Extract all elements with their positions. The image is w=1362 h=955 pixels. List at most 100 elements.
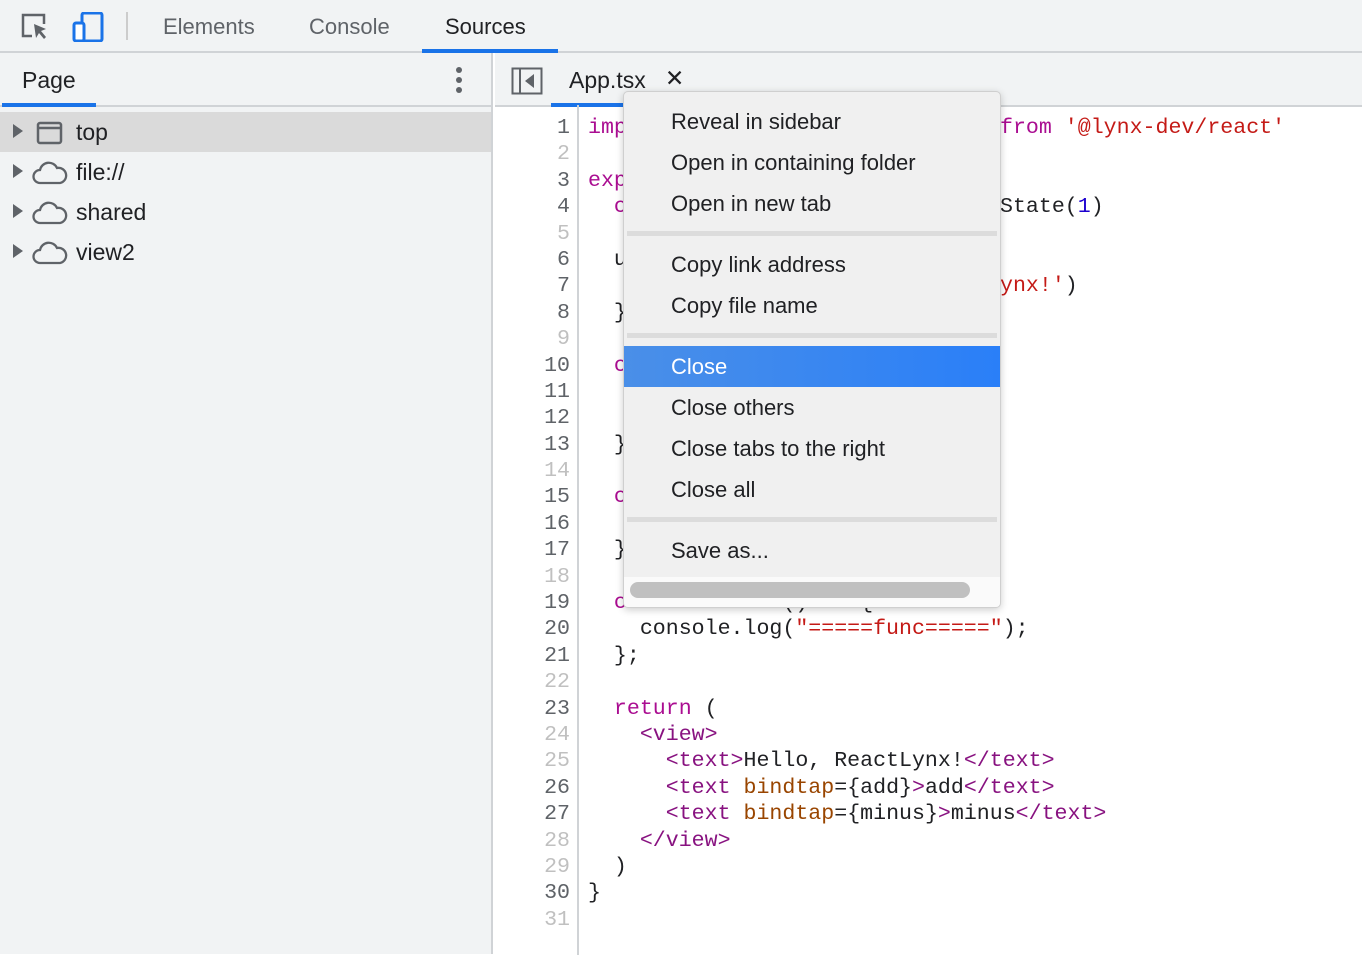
- code-token: u: [588, 247, 627, 272]
- code-text: exp: [588, 168, 627, 194]
- line-number: 23: [544, 696, 570, 721]
- code-token: return: [588, 696, 692, 721]
- file-tree: top file:// shared view2: [0, 112, 491, 272]
- line-number: 1: [557, 116, 570, 140]
- code-text: u: [588, 247, 627, 273]
- code-text: }: [588, 432, 627, 458]
- menu-item-close[interactable]: Close: [624, 346, 1000, 387]
- tree-item-label: shared: [76, 199, 147, 225]
- code-text: };: [588, 643, 640, 669]
- inspect-element-icon[interactable]: [20, 12, 52, 42]
- tree-item[interactable]: shared: [0, 192, 491, 232]
- code-token: <text: [588, 775, 744, 800]
- code-text: }: [588, 880, 601, 906]
- line-number: 17: [544, 538, 570, 563]
- menu-item-close-all[interactable]: Close all: [624, 469, 1000, 510]
- toggle-navigator-icon[interactable]: [511, 67, 543, 95]
- menu-item-copy-link-address[interactable]: Copy link address: [624, 244, 1000, 285]
- code-token: <text: [588, 802, 744, 827]
- frame-icon: [33, 120, 63, 151]
- file-tab-indicator: [551, 103, 623, 107]
- code-text: c: [588, 484, 627, 510]
- line-number: 14: [544, 459, 570, 484]
- code-text: from '@lynx-dev/react': [1000, 115, 1285, 141]
- line-number: 21: [544, 643, 570, 668]
- code-text: <text bindtap={add}>add</text>: [588, 775, 1055, 801]
- code-token: >: [937, 802, 951, 827]
- code-token: </text>: [963, 749, 1055, 774]
- code-line: 29 ): [495, 854, 1362, 880]
- line-number: 25: [544, 749, 570, 774]
- code-token: ): [1064, 274, 1078, 299]
- expand-arrow-icon[interactable]: [13, 204, 23, 218]
- line-number: 6: [557, 247, 570, 272]
- code-line: 25 <text>Hello, ReactLynx!</text>: [495, 748, 1362, 774]
- code-text: imp: [588, 115, 627, 141]
- code-text: }: [588, 537, 627, 563]
- code-token: c: [588, 485, 627, 510]
- menu-item-close-tabs-to-the-right[interactable]: Close tabs to the right: [624, 428, 1000, 469]
- code-token: </view>: [588, 828, 731, 853]
- expand-arrow-icon[interactable]: [13, 164, 23, 178]
- line-number: 11: [544, 379, 570, 404]
- code-token: }: [588, 881, 601, 906]
- expand-arrow-icon[interactable]: [13, 244, 23, 258]
- code-token: <text>: [588, 749, 744, 774]
- menu-item-save-as[interactable]: Save as...: [624, 530, 1000, 571]
- menu-separator: [624, 326, 1000, 346]
- code-text: }: [588, 300, 627, 326]
- line-number: 20: [544, 617, 570, 642]
- expand-arrow-icon[interactable]: [13, 124, 23, 138]
- code-text: c: [588, 353, 627, 379]
- tree-item[interactable]: file://: [0, 152, 491, 192]
- code-text: <text bindtap={minus}>minus</text>: [588, 801, 1107, 827]
- code-line: 28 </view>: [495, 828, 1362, 854]
- code-token: '@lynx-dev/react': [1064, 116, 1286, 140]
- menu-item-open-in-new-tab[interactable]: Open in new tab: [624, 183, 1000, 224]
- code-token: ): [1090, 195, 1104, 220]
- file-tab-app-tsx[interactable]: App.tsx: [569, 67, 646, 94]
- more-options-icon[interactable]: [456, 67, 464, 97]
- menu-item-close-others[interactable]: Close others: [624, 387, 1000, 428]
- code-token: ): [588, 854, 627, 879]
- code-line: 26 <text bindtap={add}>add</text>: [495, 775, 1362, 801]
- tab-page[interactable]: Page: [22, 67, 76, 94]
- tab-sources[interactable]: Sources: [445, 14, 526, 40]
- cloud-icon: [31, 240, 69, 271]
- line-number: 12: [544, 406, 570, 431]
- code-token: }: [588, 432, 627, 457]
- line-number: 22: [544, 670, 570, 695]
- menu-item-reveal-in-sidebar[interactable]: Reveal in sidebar: [624, 101, 1000, 142]
- code-token: >: [912, 775, 925, 800]
- code-line: 27 <text bindtap={minus}>minus</text>: [495, 801, 1362, 827]
- navigator-panel: Page top file:// shared view2: [0, 53, 493, 954]
- code-text: </view>: [588, 828, 731, 854]
- menu-item-copy-file-name[interactable]: Copy file name: [624, 285, 1000, 326]
- line-number: 29: [544, 854, 570, 879]
- line-number: 7: [557, 274, 570, 299]
- code-token: bindtap: [743, 775, 835, 800]
- device-toggle-icon[interactable]: [72, 12, 106, 42]
- code-token: bindtap: [743, 802, 835, 827]
- code-text: c: [588, 194, 627, 220]
- code-token: c: [588, 353, 627, 378]
- code-line: 24 <view>: [495, 722, 1362, 748]
- tab-console[interactable]: Console: [309, 14, 390, 40]
- menu-separator: [624, 224, 1000, 244]
- tree-item-label: file://: [76, 159, 125, 185]
- tree-item[interactable]: top: [0, 112, 491, 152]
- code-token: imp: [588, 116, 627, 140]
- tree-item-label: top: [76, 119, 108, 145]
- tree-item[interactable]: view2: [0, 232, 491, 272]
- menu-scrollbar[interactable]: [624, 577, 1000, 607]
- code-token: add: [924, 775, 964, 800]
- tab-elements[interactable]: Elements: [163, 14, 255, 40]
- close-tab-icon[interactable]: ✕: [665, 65, 684, 92]
- code-text: <text>Hello, ReactLynx!</text>: [588, 748, 1055, 774]
- menu-item-open-in-containing-folder[interactable]: Open in containing folder: [624, 142, 1000, 183]
- line-number: 10: [544, 353, 570, 378]
- code-line: 21 };: [495, 643, 1362, 669]
- code-text: console.log("=====func=====");: [588, 616, 1029, 642]
- code-token: minus: [950, 802, 1016, 827]
- line-number: 28: [544, 828, 570, 853]
